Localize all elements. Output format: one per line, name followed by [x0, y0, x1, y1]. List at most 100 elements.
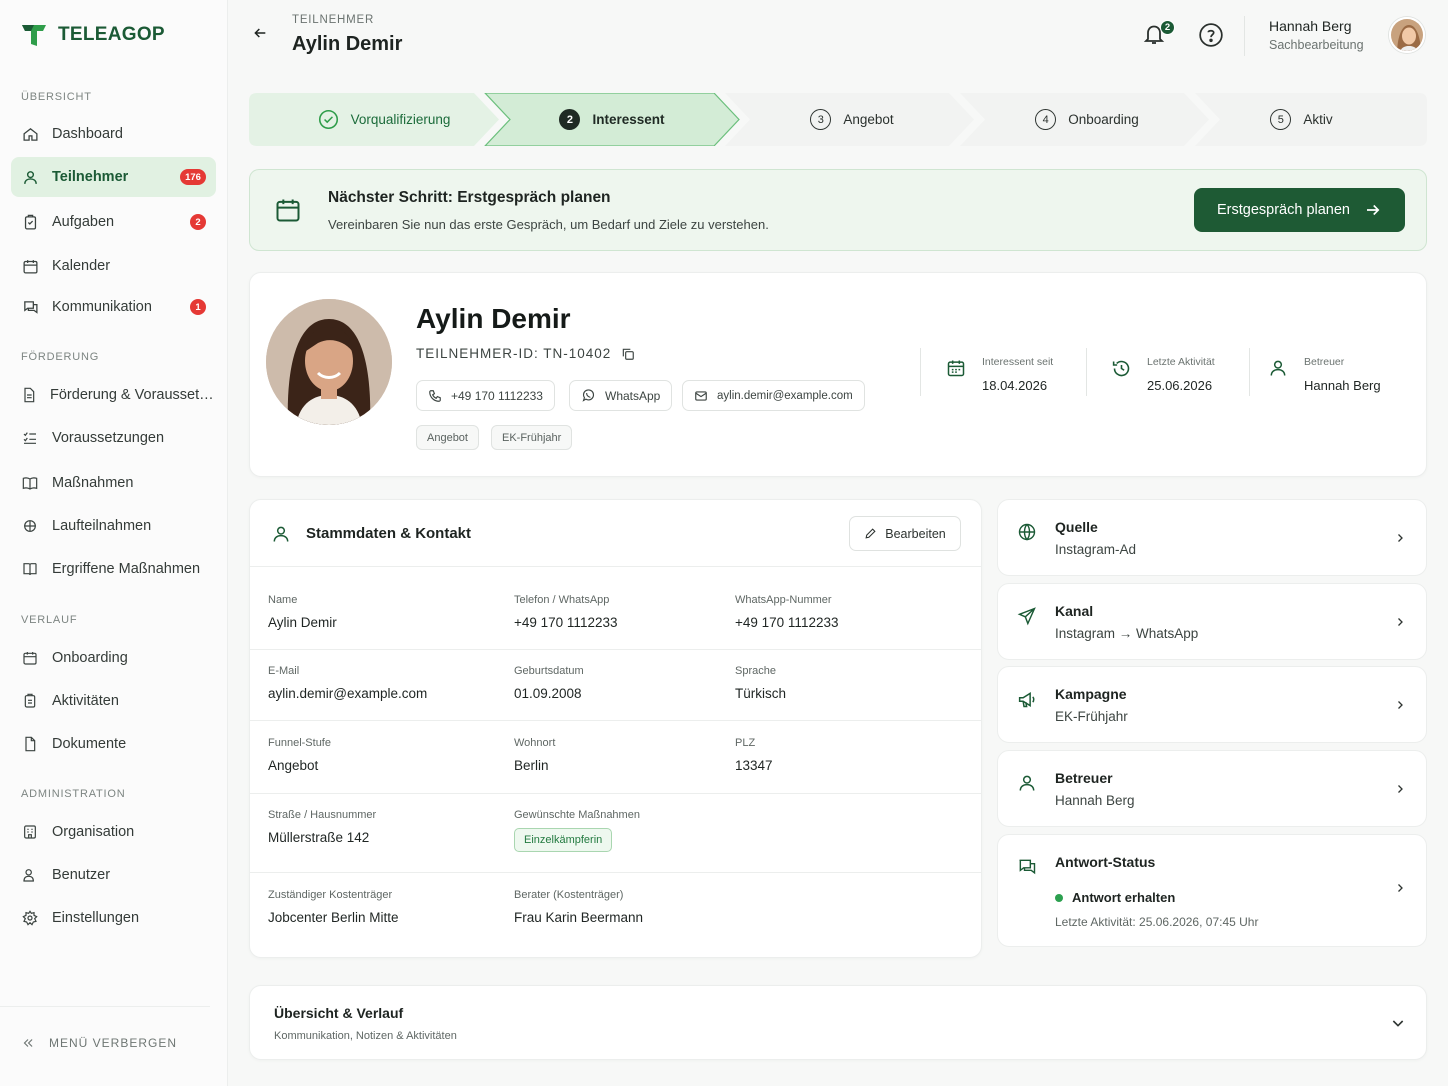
sidebar-item-laufteilnahmen[interactable]: Laufteilnahmen: [11, 506, 216, 546]
profile-card: Aylin Demir TEILNEHMER-ID: TN-10402 +49 …: [249, 272, 1427, 477]
sidebar-item-ergriffene-massnahmen[interactable]: Ergriffene Maßnahmen: [11, 549, 216, 589]
megaphone-icon: [1017, 689, 1038, 710]
advisor-card[interactable]: Betreuer Hannah Berg: [997, 750, 1427, 827]
field-label: Sprache: [735, 665, 776, 677]
sidebar-divider: [0, 1006, 210, 1007]
step-number: 2: [559, 109, 581, 130]
channel-card[interactable]: Kanal Instagram → WhatsApp: [997, 583, 1427, 660]
field-label: E-Mail: [268, 665, 300, 677]
field-label: Berater (Kostenträger): [514, 889, 624, 901]
sidebar-item-voraussetzungen[interactable]: Voraussetzungen: [11, 418, 216, 458]
sidebar-item-dashboard[interactable]: Dashboard: [11, 114, 216, 154]
field-gewuenschte-massnahmen: Gewünschte Maßnahmen Einzelkämpferin: [514, 809, 640, 852]
field-label: PLZ: [735, 737, 756, 749]
step-number: 3: [810, 109, 832, 130]
field-funnel-stufe: Funnel-Stufe Angebot: [268, 737, 331, 773]
field-label: Gewünschte Maßnahmen: [514, 809, 640, 821]
field-label: Name: [268, 594, 298, 606]
sidebar-item-einstellungen[interactable]: Einstellungen: [11, 898, 216, 938]
field-label: Geburtsdatum: [514, 665, 584, 677]
step-label: Angebot: [843, 112, 894, 127]
sidebar-item-kommunikation[interactable]: Kommunikation 1: [11, 287, 216, 327]
sidebar-item-dokumente[interactable]: Dokumente: [11, 724, 216, 764]
chat-icon: [1017, 857, 1037, 877]
campaign-card[interactable]: Kampagne EK-Frühjahr: [997, 666, 1427, 743]
sidebar-item-foerderung[interactable]: Förderung & Voraussetzungen: [11, 375, 216, 415]
user-name[interactable]: Hannah Berg: [1269, 18, 1352, 34]
email-chip[interactable]: aylin.demir@example.com: [682, 380, 865, 411]
field-value: Berlin: [514, 758, 549, 773]
page-title: Aylin Demir: [292, 33, 403, 55]
next-step-banner: Nächster Schritt: Erstgespräch planen Ve…: [249, 169, 1427, 251]
step-number: 4: [1035, 109, 1057, 130]
field-value: 01.09.2008: [514, 686, 582, 701]
home-icon: [21, 125, 39, 143]
hide-menu-label: MENÜ VERBERGEN: [49, 1036, 178, 1050]
calendar-icon: [946, 358, 966, 378]
avatar[interactable]: [1389, 17, 1425, 53]
edit-button[interactable]: Bearbeiten: [849, 516, 961, 551]
help-button[interactable]: [1198, 22, 1224, 48]
step-interessent[interactable]: 2 Interessent: [507, 93, 717, 146]
sidebar-item-massnahmen[interactable]: Maßnahmen: [11, 463, 216, 503]
sidebar-item-label: Teilnehmer: [52, 169, 129, 185]
tag-campaign[interactable]: EK-Frühjahr: [491, 425, 573, 450]
field-value: 13347: [735, 758, 773, 773]
mail-icon: [695, 390, 707, 401]
book-icon: [21, 474, 39, 492]
gear-icon: [21, 909, 39, 927]
sidebar-item-label: Förderung & Voraussetzungen: [50, 387, 216, 403]
whatsapp-chip[interactable]: WhatsApp: [569, 380, 673, 411]
divider: [920, 348, 921, 396]
field-label: Zuständiger Kostenträger: [268, 889, 393, 901]
step-label: Aktiv: [1303, 112, 1333, 127]
card-header: Stammdaten & Kontakt Bearbeiten: [250, 500, 981, 567]
phone-chip[interactable]: +49 170 1112233: [416, 380, 555, 411]
response-status-card[interactable]: Antwort-Status Antwort erhalten Letzte A…: [997, 834, 1427, 947]
top-bar: TEILNEHMER Aylin Demir 2 Hannah Berg Sac…: [228, 0, 1448, 76]
progress-stepper: Vorqualifizierung 2 Interessent 3 Angebo…: [249, 93, 1427, 146]
hide-menu-button[interactable]: MENÜ VERBERGEN: [21, 1036, 177, 1050]
overview-title: Übersicht & Verlauf: [274, 1005, 404, 1021]
checklist-icon: [21, 429, 39, 447]
campaign-value: EK-Frühjahr: [1055, 709, 1128, 724]
count-badge: 176: [180, 169, 206, 185]
plan-meeting-button[interactable]: Erstgespräch planen: [1194, 188, 1405, 232]
meta-value: Hannah Berg: [1304, 378, 1381, 393]
sidebar-item-teilnehmer[interactable]: Teilnehmer 176: [11, 157, 216, 197]
double-chevron-left-icon: [21, 1036, 35, 1050]
step-angebot[interactable]: 3 Angebot: [747, 93, 957, 146]
step-vorqualifizierung[interactable]: Vorqualifizierung: [279, 93, 489, 146]
measure-pill[interactable]: Einzelkämpferin: [514, 828, 613, 852]
document-icon: [21, 386, 37, 404]
email-text: aylin.demir@example.com: [717, 389, 853, 402]
sidebar-item-label: Dashboard: [52, 126, 123, 142]
sidebar-item-aktivitaeten[interactable]: Aktivitäten: [11, 681, 216, 721]
field-label: WhatsApp-Nummer: [735, 594, 832, 606]
notification-badge: 2: [1160, 20, 1175, 35]
meta-value: 25.06.2026: [1147, 378, 1213, 393]
overview-accordion[interactable]: Übersicht & Verlauf Kommunikation, Notiz…: [249, 985, 1427, 1060]
section-title-verlauf: VERLAUF: [21, 614, 78, 626]
chat-icon: [21, 298, 39, 316]
participant-id: TEILNEHMER-ID: TN-10402: [416, 346, 635, 361]
step-aktiv[interactable]: 5 Aktiv: [1209, 93, 1394, 146]
sidebar-item-onboarding[interactable]: Onboarding: [11, 638, 216, 678]
response-title: Antwort-Status: [1055, 854, 1156, 870]
divider: [1086, 348, 1087, 396]
source-card[interactable]: Quelle Instagram-Ad: [997, 499, 1427, 576]
sidebar-item-label: Einstellungen: [52, 910, 140, 926]
sidebar-item-benutzer[interactable]: Benutzer: [11, 855, 216, 895]
sidebar-item-organisation[interactable]: Organisation: [11, 812, 216, 852]
logo[interactable]: TELEAGOP: [20, 22, 165, 48]
breadcrumb[interactable]: TEILNEHMER: [292, 14, 374, 26]
sidebar-item-kalender[interactable]: Kalender: [11, 246, 216, 286]
sidebar-item-aufgaben[interactable]: Aufgaben 2: [11, 202, 216, 242]
sidebar-item-label: Aktivitäten: [52, 693, 119, 709]
back-button[interactable]: [252, 25, 268, 41]
tag-funnel[interactable]: Angebot: [416, 425, 479, 450]
logo-text: TELEAGOP: [58, 24, 165, 45]
copy-icon[interactable]: [621, 347, 635, 361]
campaign-title: Kampagne: [1055, 686, 1127, 702]
step-onboarding[interactable]: 4 Onboarding: [982, 93, 1192, 146]
